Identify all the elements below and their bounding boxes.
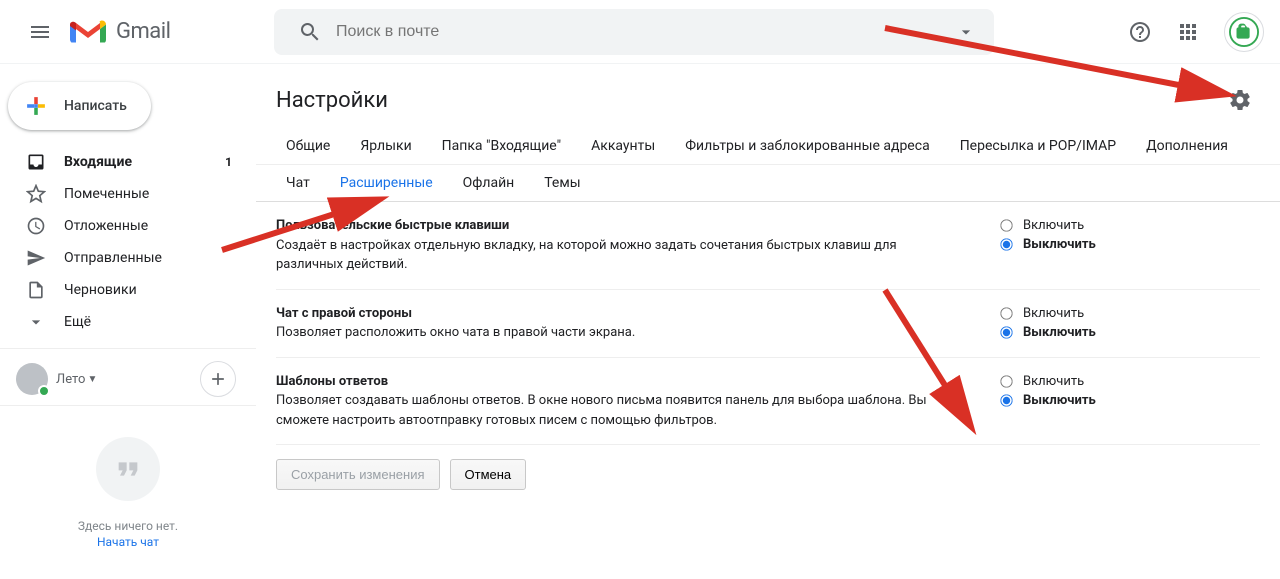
chat-section: Лето ▼ — [0, 348, 256, 397]
sidebar-item-label: Отложенные — [64, 218, 148, 234]
clock-icon — [26, 216, 46, 236]
support-button[interactable] — [1120, 12, 1160, 52]
tab-пересылка-и-pop-imap[interactable]: Пересылка и POP/IMAP — [950, 128, 1126, 164]
gear-icon — [1228, 88, 1252, 112]
tab-общие[interactable]: Общие — [276, 128, 340, 164]
setting-row-0: Пользовательские быстрые клавишиСоздаёт … — [276, 202, 1260, 290]
file-icon — [26, 280, 46, 300]
compose-label: Написать — [64, 98, 127, 114]
help-icon — [1128, 20, 1152, 44]
setting-desc: Пользовательские быстрые клавишиСоздаёт … — [276, 216, 1000, 275]
tab-офлайн[interactable]: Офлайн — [453, 165, 525, 201]
page-title: Настройки — [276, 88, 388, 113]
profile-avatar-icon — [1229, 17, 1259, 47]
status-dot-icon — [38, 385, 50, 397]
radio-disable[interactable] — [1000, 238, 1012, 250]
send-icon — [26, 248, 46, 268]
hangout-bubble-icon — [96, 437, 160, 501]
inbox-count: 1 — [225, 155, 232, 169]
sidebar: Написать Входящие 1 Помеченные Отложенны… — [0, 64, 256, 579]
main-area: Настройки Общие Ярлыки Папка "Входящие" Акк… — [256, 64, 1280, 579]
sidebar-item-label: Отправленные — [64, 250, 162, 266]
cancel-button[interactable]: Отмена — [450, 459, 527, 490]
save-button[interactable]: Сохранить изменения — [276, 459, 440, 490]
new-chat-button[interactable] — [200, 361, 236, 397]
caret-down-icon[interactable]: ▼ — [87, 374, 97, 385]
settings-tabs-row1: Общие Ярлыки Папка "Входящие" Аккаунты Фильт… — [256, 128, 1280, 165]
profile-button[interactable] — [1224, 12, 1264, 52]
setting-row-2: Шаблоны ответовПозволяет создавать шабло… — [276, 358, 1260, 446]
setting-desc: Чат с правой стороныПозволяет расположит… — [276, 304, 1000, 343]
hamburger-icon — [28, 20, 52, 44]
sidebar-item-snoozed[interactable]: Отложенные — [0, 210, 244, 242]
chat-username[interactable]: Лето — [56, 372, 85, 387]
sidebar-item-inbox[interactable]: Входящие 1 — [0, 146, 244, 178]
setting-radio-group: Включить Выключить — [1000, 216, 1260, 275]
caret-down-icon — [956, 22, 976, 42]
tab-ярлыки[interactable]: Ярлыки — [350, 128, 421, 164]
tab-чат[interactable]: Чат — [276, 165, 320, 201]
star-icon — [26, 184, 46, 204]
plus-icon — [208, 369, 228, 389]
brand-text: Gmail — [116, 19, 170, 44]
settings-tabs-row2: Чат Расширенные ОфлайнТемы — [256, 165, 1280, 202]
radio-enable-label: Включить — [1023, 306, 1084, 321]
setting-row-1: Чат с правой стороныПозволяет расположит… — [276, 290, 1260, 358]
sidebar-item-label: Входящие — [64, 154, 132, 170]
chevron-down-icon — [26, 312, 46, 332]
tab-темы[interactable]: Темы — [534, 165, 590, 201]
settings-gear-button[interactable] — [1220, 80, 1260, 120]
radio-enable[interactable] — [1000, 375, 1012, 387]
apps-grid-icon — [1176, 20, 1200, 44]
sidebar-item-more[interactable]: Ещё — [0, 306, 244, 338]
gmail-logo-icon — [68, 17, 108, 47]
plus-icon — [20, 90, 52, 122]
radio-enable[interactable] — [1000, 219, 1012, 231]
search-icon — [298, 20, 322, 44]
setting-radio-group: Включить Выключить — [1000, 304, 1260, 343]
tab-фильтры-и-заблокированные-адреса[interactable]: Фильтры и заблокированные адреса — [675, 128, 939, 164]
search-box[interactable] — [274, 9, 994, 55]
radio-enable-label: Включить — [1023, 374, 1084, 389]
sidebar-item-drafts[interactable]: Черновики — [0, 274, 244, 306]
setting-desc: Шаблоны ответовПозволяет создавать шабло… — [276, 372, 1000, 431]
hangout-empty-text: Здесь ничего нет. — [78, 519, 178, 533]
inbox-icon — [26, 152, 46, 172]
search-input[interactable] — [336, 23, 948, 41]
header-bar: Gmail — [0, 0, 1280, 64]
sidebar-item-label: Черновики — [64, 282, 137, 298]
radio-disable-label: Выключить — [1023, 237, 1096, 252]
hangout-placeholder: Здесь ничего нет. Начать чат — [0, 406, 256, 579]
main-menu-button[interactable] — [16, 8, 64, 56]
setting-radio-group: Включить Выключить — [1000, 372, 1260, 431]
radio-disable[interactable] — [1000, 394, 1012, 406]
radio-disable-label: Выключить — [1023, 393, 1096, 408]
sidebar-item-starred[interactable]: Помеченные — [0, 178, 244, 210]
chat-avatar[interactable] — [16, 363, 48, 395]
radio-enable-label: Включить — [1023, 218, 1084, 233]
sidebar-item-label: Помеченные — [64, 186, 149, 202]
radio-enable[interactable] — [1000, 307, 1012, 319]
sidebar-item-sent[interactable]: Отправленные — [0, 242, 244, 274]
sidebar-item-label: Ещё — [64, 314, 91, 330]
quote-icon — [112, 453, 144, 485]
compose-button[interactable]: Написать — [8, 82, 151, 130]
radio-disable[interactable] — [1000, 326, 1012, 338]
tab-аккаунты[interactable]: Аккаунты — [581, 128, 665, 164]
search-options-button[interactable] — [948, 14, 984, 50]
tab-расширенные[interactable]: Расширенные — [330, 165, 443, 201]
tab-папка-входящие-[interactable]: Папка "Входящие" — [432, 128, 571, 164]
hangout-start-link[interactable]: Начать чат — [97, 535, 159, 549]
apps-button[interactable] — [1168, 12, 1208, 52]
radio-disable-label: Выключить — [1023, 325, 1096, 340]
tab-дополнения[interactable]: Дополнения — [1136, 128, 1238, 164]
logo-area[interactable]: Gmail — [64, 17, 264, 47]
